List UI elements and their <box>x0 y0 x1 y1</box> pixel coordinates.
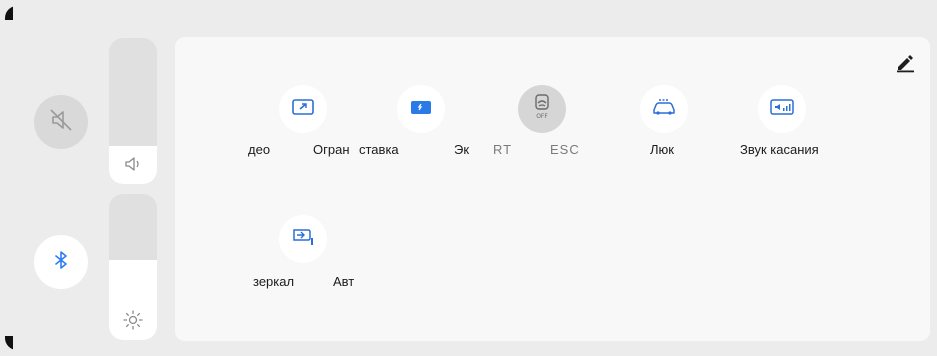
corner-mask <box>5 6 13 20</box>
screensaver-tile[interactable] <box>397 85 445 133</box>
mute-button[interactable] <box>34 95 88 149</box>
control-center: део Огран ставка Эк OFF RT ESC Люк Звук … <box>5 6 932 350</box>
tile-label: ставка <box>359 142 399 157</box>
sunroof-tile[interactable] <box>640 85 688 133</box>
esc-off-tile[interactable]: OFF <box>518 85 566 133</box>
tile-label: Звук касания <box>740 142 819 157</box>
mirror-icon <box>290 225 316 254</box>
volume-slider[interactable] <box>109 38 157 184</box>
tile-label: RT <box>493 142 513 157</box>
touch-sound-icon <box>769 97 795 122</box>
pencil-icon <box>894 51 916 78</box>
bluetooth-button[interactable] <box>34 235 88 289</box>
speaker-muted-icon <box>48 107 74 138</box>
bluetooth-icon <box>50 249 72 276</box>
screen-cast-icon <box>291 97 315 122</box>
tile-label: Огран <box>313 142 350 157</box>
screensaver-icon <box>409 97 433 122</box>
sunroof-icon <box>650 96 678 123</box>
video-cast-tile[interactable] <box>279 85 327 133</box>
tile-label: ESC <box>550 142 580 157</box>
tile-label: зеркал <box>253 274 295 289</box>
tile-label: Эк <box>454 142 470 157</box>
corner-mask <box>5 336 13 350</box>
speaker-icon <box>109 152 157 176</box>
mirror-tile[interactable] <box>279 215 327 263</box>
quick-settings-panel: део Огран ставка Эк OFF RT ESC Люк Звук … <box>175 37 930 341</box>
esc-off-icon: OFF <box>529 93 555 126</box>
collapse-handle[interactable] <box>462 346 492 350</box>
sun-icon <box>109 308 157 332</box>
tile-label: Авт <box>333 274 355 289</box>
esc-off-text: OFF <box>536 113 548 120</box>
edit-button[interactable] <box>892 51 918 77</box>
touch-sound-tile[interactable] <box>758 85 806 133</box>
tile-label: део <box>248 142 271 157</box>
tile-label: Люк <box>650 142 674 157</box>
brightness-slider[interactable] <box>109 194 157 340</box>
